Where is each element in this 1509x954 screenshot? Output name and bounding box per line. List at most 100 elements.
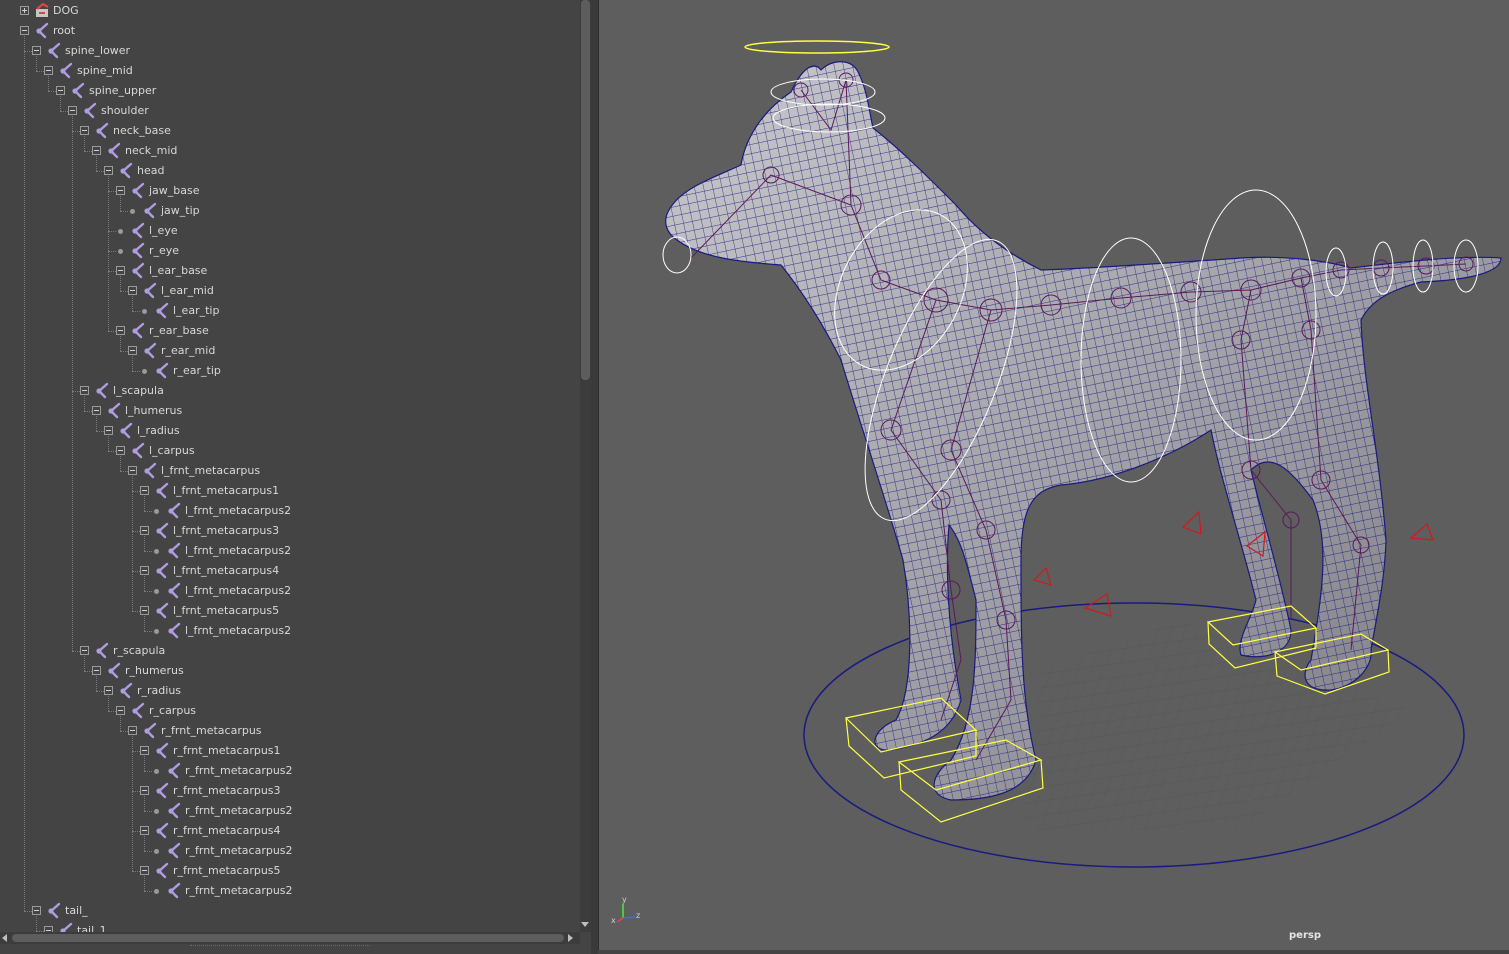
- outliner-item[interactable]: r_humerus: [0, 661, 580, 681]
- collapse-toggle-icon[interactable]: [140, 746, 149, 755]
- set-icon: [34, 2, 50, 19]
- collapse-toggle-icon[interactable]: [140, 566, 149, 575]
- outliner-item[interactable]: r_radius: [0, 681, 580, 701]
- outliner-item[interactable]: l_carpus: [0, 441, 580, 461]
- collapse-toggle-icon[interactable]: [104, 166, 113, 175]
- outliner-item[interactable]: l_ear_tip: [0, 301, 580, 321]
- outliner-item[interactable]: l_frnt_metacarpus5: [0, 601, 580, 621]
- collapse-toggle-icon[interactable]: [128, 726, 137, 735]
- outliner-item[interactable]: spine_mid: [0, 61, 580, 81]
- outliner-item[interactable]: r_frnt_metacarpus5: [0, 861, 580, 881]
- outliner-item[interactable]: shoulder: [0, 101, 580, 121]
- outliner-vertical-scrollbar[interactable]: [580, 0, 591, 932]
- collapse-toggle-icon[interactable]: [80, 386, 89, 395]
- expand-toggle-icon[interactable]: [20, 6, 29, 15]
- collapse-toggle-icon[interactable]: [116, 446, 125, 455]
- joint-icon: [166, 802, 182, 819]
- collapse-toggle-icon[interactable]: [116, 186, 125, 195]
- collapse-toggle-icon[interactable]: [104, 426, 113, 435]
- scroll-down-arrow-icon[interactable]: [581, 922, 589, 927]
- outliner-item-label: l_frnt_metacarpus3: [173, 524, 280, 537]
- outliner-item[interactable]: tail_1: [0, 921, 580, 932]
- head-halo-control[interactable]: [744, 40, 890, 54]
- outliner-item[interactable]: DOG: [0, 1, 580, 21]
- outliner-item[interactable]: l_frnt_metacarpus: [0, 461, 580, 481]
- outliner-item[interactable]: r_frnt_metacarpus2: [0, 841, 580, 861]
- outliner-item[interactable]: spine_lower: [0, 41, 580, 61]
- panel-splitter[interactable]: [591, 0, 598, 954]
- scroll-left-arrow-icon[interactable]: [2, 934, 7, 942]
- outliner-item[interactable]: root: [0, 21, 580, 41]
- outliner-item[interactable]: l_frnt_metacarpus2: [0, 581, 580, 601]
- collapse-toggle-icon[interactable]: [140, 606, 149, 615]
- horizontal-scroll-thumb[interactable]: [12, 934, 564, 942]
- outliner-item[interactable]: l_frnt_metacarpus2: [0, 501, 580, 521]
- outliner-item[interactable]: l_ear_mid: [0, 281, 580, 301]
- collapse-toggle-icon[interactable]: [140, 526, 149, 535]
- collapse-toggle-icon[interactable]: [80, 646, 89, 655]
- outliner-item[interactable]: l_frnt_metacarpus2: [0, 621, 580, 641]
- outliner-item[interactable]: l_frnt_metacarpus4: [0, 561, 580, 581]
- collapse-toggle-icon[interactable]: [128, 466, 137, 475]
- outliner-item[interactable]: neck_mid: [0, 141, 580, 161]
- outliner-item[interactable]: tail_: [0, 901, 580, 921]
- outliner-item[interactable]: r_ear_mid: [0, 341, 580, 361]
- outliner-item[interactable]: r_frnt_metacarpus2: [0, 881, 580, 901]
- outliner-item[interactable]: l_ear_base: [0, 261, 580, 281]
- outliner-item[interactable]: l_frnt_metacarpus2: [0, 541, 580, 561]
- collapse-toggle-icon[interactable]: [92, 146, 101, 155]
- outliner-horizontal-scrollbar[interactable]: [0, 932, 580, 944]
- collapse-toggle-icon[interactable]: [68, 106, 77, 115]
- outliner-item[interactable]: r_frnt_metacarpus4: [0, 821, 580, 841]
- outliner-item[interactable]: r_ear_tip: [0, 361, 580, 381]
- scroll-right-arrow-icon[interactable]: [568, 934, 573, 942]
- outliner-item[interactable]: r_frnt_metacarpus1: [0, 741, 580, 761]
- joint-icon: [46, 42, 62, 59]
- collapse-toggle-icon[interactable]: [140, 486, 149, 495]
- collapse-toggle-icon[interactable]: [140, 786, 149, 795]
- outliner-item[interactable]: r_ear_base: [0, 321, 580, 341]
- vertical-scroll-thumb[interactable]: [581, 0, 590, 380]
- outliner-item[interactable]: head: [0, 161, 580, 181]
- outliner-item[interactable]: neck_base: [0, 121, 580, 141]
- outliner-item[interactable]: l_scapula: [0, 381, 580, 401]
- collapse-toggle-icon[interactable]: [44, 66, 53, 75]
- outliner-item[interactable]: l_humerus: [0, 401, 580, 421]
- outliner-item[interactable]: r_frnt_metacarpus2: [0, 801, 580, 821]
- collapse-toggle-icon[interactable]: [92, 406, 101, 415]
- outliner-item[interactable]: jaw_tip: [0, 201, 580, 221]
- collapse-toggle-icon[interactable]: [32, 46, 41, 55]
- collapse-toggle-icon[interactable]: [128, 346, 137, 355]
- collapse-toggle-icon[interactable]: [32, 906, 41, 915]
- scene-view[interactable]: [599, 0, 1509, 950]
- collapse-toggle-icon[interactable]: [116, 266, 125, 275]
- collapse-toggle-icon[interactable]: [80, 126, 89, 135]
- collapse-toggle-icon[interactable]: [140, 866, 149, 875]
- outliner-item[interactable]: r_eye: [0, 241, 580, 261]
- collapse-toggle-icon[interactable]: [116, 706, 125, 715]
- outliner-item[interactable]: l_eye: [0, 221, 580, 241]
- collapse-toggle-icon[interactable]: [56, 86, 65, 95]
- perspective-viewport[interactable]: y x z persp: [598, 0, 1509, 950]
- collapse-toggle-icon[interactable]: [140, 826, 149, 835]
- outliner-item[interactable]: r_frnt_metacarpus3: [0, 781, 580, 801]
- collapse-toggle-icon[interactable]: [20, 26, 29, 35]
- outliner-item[interactable]: jaw_base: [0, 181, 580, 201]
- outliner-tree[interactable]: DOG root spine_lower spine_mid spine_upper sh…: [0, 0, 580, 932]
- outliner-item[interactable]: l_radius: [0, 421, 580, 441]
- outliner-panel: DOG root spine_lower spine_mid spine_upper sh…: [0, 0, 591, 954]
- panel-resize-grip[interactable]: [190, 945, 370, 950]
- outliner-item[interactable]: r_frnt_metacarpus2: [0, 761, 580, 781]
- collapse-toggle-icon[interactable]: [128, 286, 137, 295]
- joint-icon: [130, 442, 146, 459]
- outliner-item[interactable]: r_carpus: [0, 701, 580, 721]
- outliner-item[interactable]: l_frnt_metacarpus1: [0, 481, 580, 501]
- outliner-item-label: l_frnt_metacarpus5: [173, 604, 280, 617]
- collapse-toggle-icon[interactable]: [104, 686, 113, 695]
- outliner-item[interactable]: r_scapula: [0, 641, 580, 661]
- collapse-toggle-icon[interactable]: [92, 666, 101, 675]
- outliner-item[interactable]: l_frnt_metacarpus3: [0, 521, 580, 541]
- outliner-item[interactable]: spine_upper: [0, 81, 580, 101]
- outliner-item[interactable]: r_frnt_metacarpus: [0, 721, 580, 741]
- collapse-toggle-icon[interactable]: [116, 326, 125, 335]
